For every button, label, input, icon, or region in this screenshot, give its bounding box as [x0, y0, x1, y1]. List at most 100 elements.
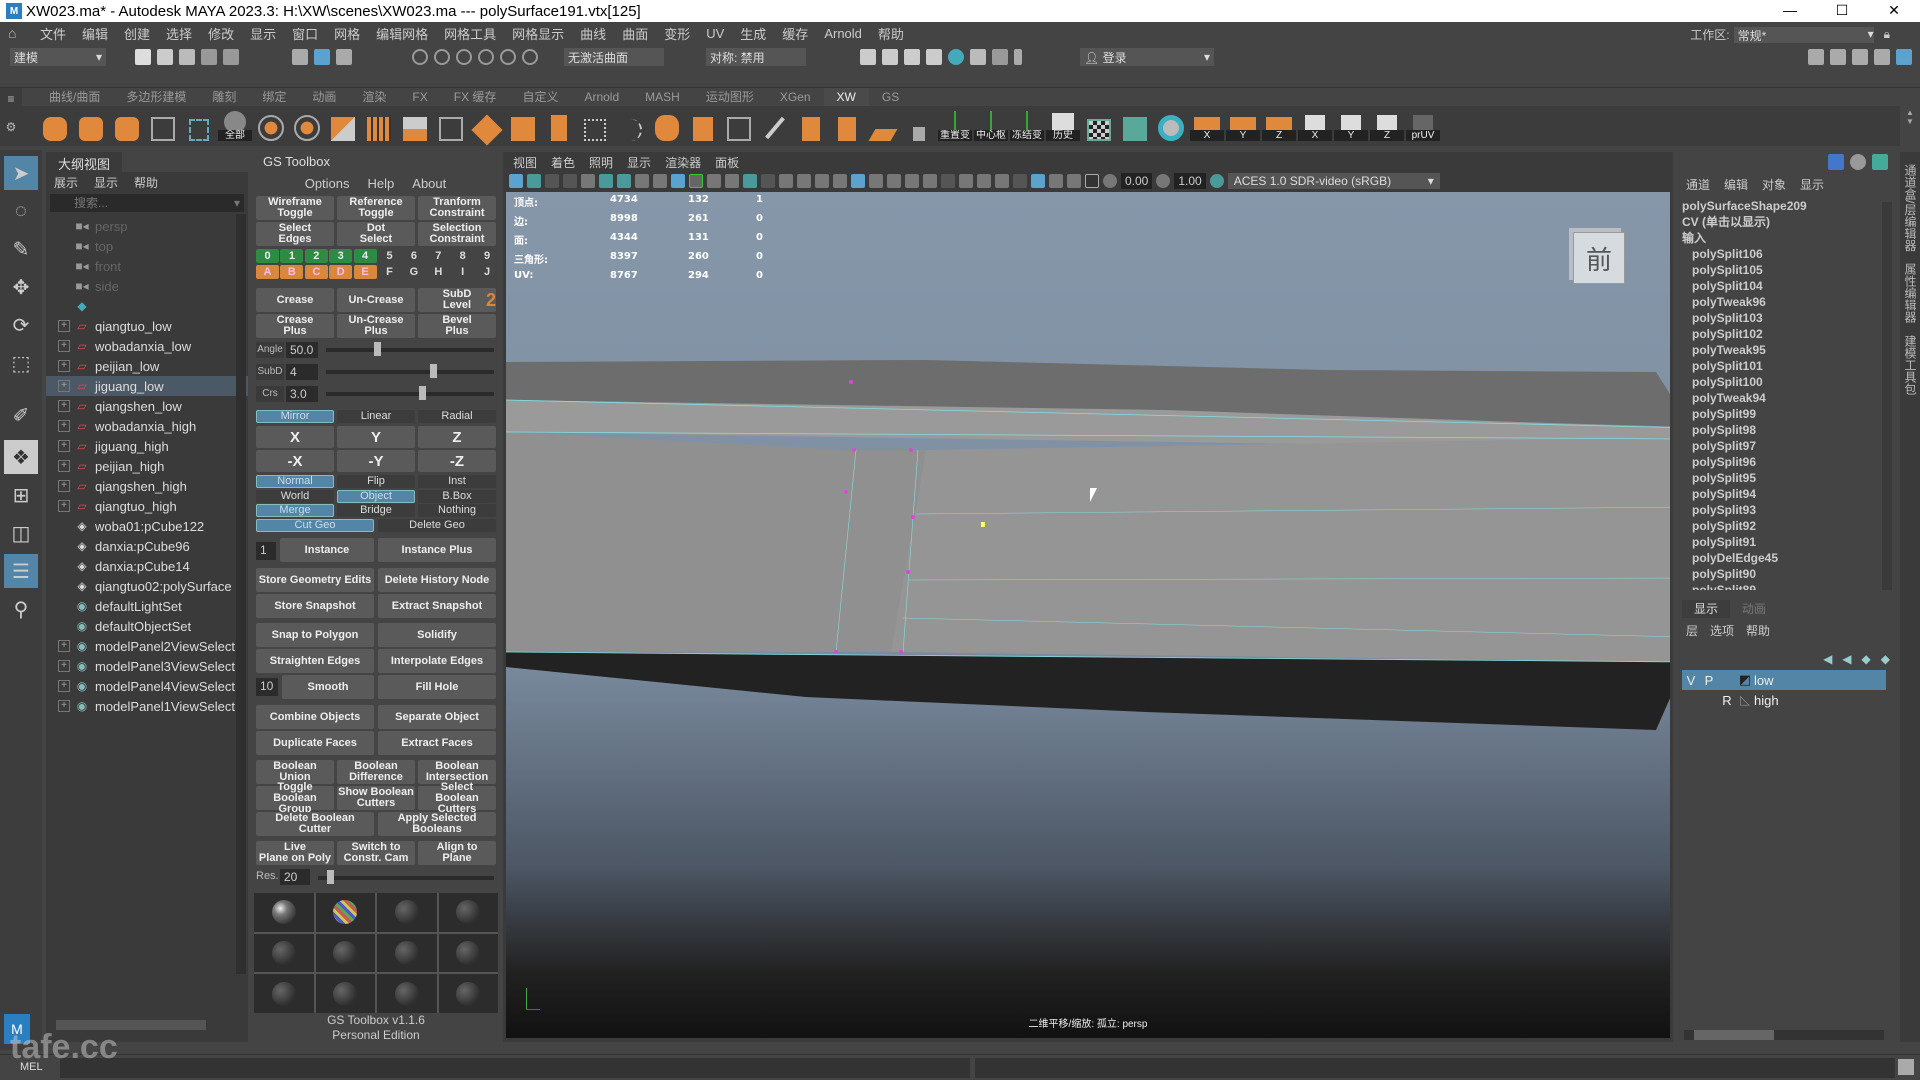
instance-button[interactable]: Instance: [280, 538, 374, 562]
shelf-tab-poly-modeling[interactable]: 多边形建模: [113, 88, 199, 106]
xray-components-icon[interactable]: [1085, 174, 1099, 188]
shape-node[interactable]: polySurfaceShape209: [1682, 198, 1882, 214]
modeling-toolkit-icon[interactable]: [1808, 49, 1824, 65]
last-tool-icon[interactable]: ✐: [4, 398, 38, 432]
material-swatch[interactable]: [438, 893, 498, 932]
pause-icon[interactable]: [1014, 49, 1022, 65]
select-tool-icon[interactable]: ➤: [4, 156, 38, 190]
set-letter-button[interactable]: J: [475, 265, 499, 279]
outliner-item[interactable]: + ▱ jiguang_high: [46, 436, 248, 456]
input-node[interactable]: polySplit94: [1682, 486, 1882, 502]
layer-row-high[interactable]: R ◺ high: [1682, 690, 1886, 710]
input-node[interactable]: polySplit89: [1682, 582, 1882, 590]
merge-mode-nothing[interactable]: Nothing: [418, 504, 496, 517]
menu-cache[interactable]: 缓存: [774, 24, 816, 43]
diamonds-icon[interactable]: [471, 111, 503, 146]
input-node[interactable]: polySplit102: [1682, 326, 1882, 342]
align-to-plane-button[interactable]: Align to Plane: [418, 841, 496, 865]
gamma-field[interactable]: 1.00: [1174, 173, 1206, 189]
outliner-item[interactable]: + ▱ peijian_high: [46, 456, 248, 476]
render-frame-icon[interactable]: [860, 49, 876, 65]
selection-constraint-button[interactable]: Selection Constraint: [418, 222, 496, 246]
snap-view-plane-icon[interactable]: [478, 49, 494, 65]
edit-z-icon[interactable]: Z: [1370, 111, 1404, 141]
snap-to-polygon-button[interactable]: Snap to Polygon: [256, 623, 374, 647]
apply-selected-booleans-button[interactable]: Apply Selected Booleans: [378, 812, 496, 836]
outliner-menu-show[interactable]: 展示: [54, 174, 78, 191]
xray-icon[interactable]: [1049, 174, 1063, 188]
human-ik-icon[interactable]: [1830, 49, 1846, 65]
outliner-scrollbar[interactable]: [236, 214, 246, 974]
set-number-button[interactable]: 8: [451, 249, 475, 263]
select-boolean-cutters-button[interactable]: Select Boolean Cutters: [418, 781, 496, 814]
move-layer-down-icon[interactable]: ◀: [1842, 652, 1851, 666]
shelf-tab-motion-graphics[interactable]: 运动图形: [693, 88, 767, 106]
use-lights-icon[interactable]: [923, 174, 937, 188]
shelf-tab-custom[interactable]: 自定义: [509, 88, 571, 106]
un-crease-plus-button[interactable]: Un-Crease Plus: [337, 314, 415, 338]
aa-icon[interactable]: [995, 174, 1009, 188]
render-settings-icon[interactable]: [926, 49, 942, 65]
menu-surfaces[interactable]: 曲面: [614, 24, 656, 43]
input-node[interactable]: polySplit97: [1682, 438, 1882, 454]
expand-icon[interactable]: +: [58, 500, 70, 512]
smooth-count-field[interactable]: 10: [256, 678, 278, 696]
set-number-button[interactable]: 9: [475, 249, 499, 263]
outliner-item[interactable]: + ▱ wobadanxia_high: [46, 416, 248, 436]
tool-settings-icon[interactable]: [1874, 49, 1890, 65]
save-scene-icon[interactable]: [179, 49, 195, 65]
menu-help[interactable]: 帮助: [870, 24, 912, 43]
layer-name[interactable]: low: [1754, 673, 1774, 688]
live-plane-on-poly-button[interactable]: Live Plane on Poly: [256, 841, 334, 865]
minimize-button[interactable]: —: [1764, 0, 1816, 22]
expand-icon[interactable]: +: [58, 360, 70, 372]
select-camera-icon[interactable]: [509, 174, 523, 188]
light-editor-icon[interactable]: [992, 49, 1008, 65]
slider-handle[interactable]: [326, 870, 334, 884]
mesh-object[interactable]: [506, 192, 1670, 1038]
shelf-tab-rendering[interactable]: 渲染: [349, 88, 399, 106]
close-button[interactable]: ✕: [1868, 0, 1920, 22]
shelf-tab-gs[interactable]: GS: [869, 88, 912, 106]
select-edges-button[interactable]: Select Edges: [256, 222, 334, 246]
menu-display[interactable]: 显示: [242, 24, 284, 43]
slider-value-field[interactable]: 50.0: [286, 342, 318, 358]
res-field[interactable]: 20: [280, 869, 310, 885]
menu-deform[interactable]: 变形: [656, 24, 698, 43]
two-view-icon[interactable]: ◫: [4, 516, 38, 550]
instance-plus-button[interactable]: Instance Plus: [378, 538, 496, 562]
layer-playback-toggle[interactable]: P: [1700, 673, 1718, 688]
slider-track[interactable]: [326, 342, 494, 356]
bookmark2-icon[interactable]: [635, 174, 649, 188]
camera-icon[interactable]: [581, 174, 595, 188]
search-icon[interactable]: ⚲: [4, 592, 38, 626]
screen-space-ao-icon[interactable]: [959, 174, 973, 188]
input-node[interactable]: polyDelEdge45: [1682, 550, 1882, 566]
gs-toolbox-tab[interactable]: GS Toolbox: [253, 152, 340, 171]
vp-menu-renderer[interactable]: 渲染器: [665, 154, 701, 171]
delete-history-icon[interactable]: 历史: [1046, 111, 1080, 141]
color-management-icon[interactable]: [1209, 174, 1224, 188]
new-layer-selected-icon[interactable]: ◆: [1881, 652, 1890, 666]
command-input[interactable]: [60, 1058, 970, 1078]
rotate-tool-icon[interactable]: ⟳: [4, 308, 38, 342]
shelf-tab-mash[interactable]: MASH: [632, 88, 693, 106]
outliner-item[interactable]: + ▱ qiangshen_high: [46, 476, 248, 496]
layer-menu-help[interactable]: 帮助: [1746, 622, 1770, 639]
channel-box-icon[interactable]: [1828, 154, 1844, 170]
material-swatch[interactable]: [254, 974, 314, 1013]
xray-joints-icon[interactable]: [1067, 174, 1081, 188]
select-component-icon[interactable]: [336, 49, 352, 65]
default-material-icon[interactable]: [869, 174, 883, 188]
expand-icon[interactable]: +: [58, 680, 70, 692]
input-node[interactable]: polyTweak94: [1682, 390, 1882, 406]
input-node[interactable]: polySplit90: [1682, 566, 1882, 582]
duplicate-faces-button[interactable]: Duplicate Faces: [256, 731, 374, 755]
set-letter-button[interactable]: E: [353, 265, 377, 279]
view-cube[interactable]: 前: [1573, 232, 1625, 284]
outliner-item[interactable]: + ◉ modelPanel2ViewSelect: [46, 636, 248, 656]
input-node[interactable]: polySplit105: [1682, 262, 1882, 278]
layer-h-scrollbar[interactable]: [1684, 1030, 1884, 1040]
shelf-tab-fx-cache[interactable]: FX 缓存: [441, 88, 510, 106]
channel-box-scrollbar[interactable]: [1882, 202, 1892, 590]
